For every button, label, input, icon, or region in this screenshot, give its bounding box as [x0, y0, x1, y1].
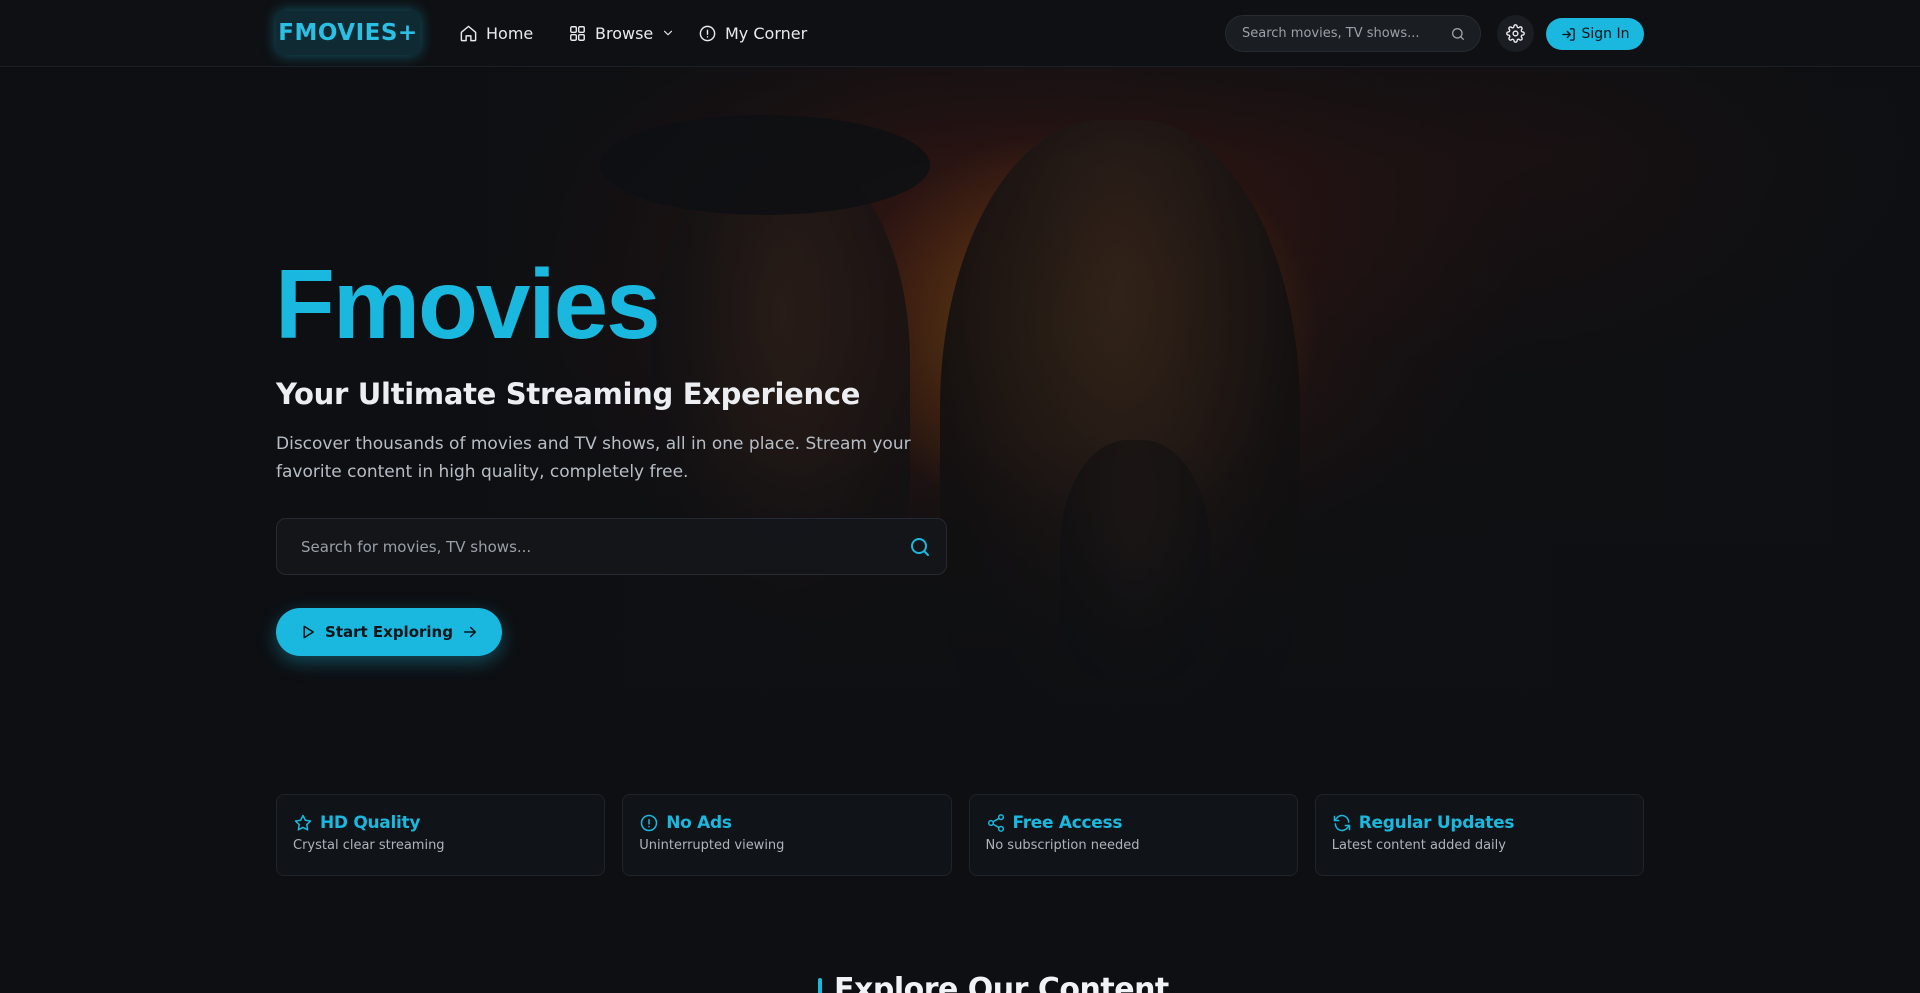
login-icon — [1561, 27, 1575, 41]
info-icon — [699, 25, 716, 41]
nav-browse-link[interactable]: Browse — [568, 20, 675, 46]
start-exploring-button[interactable]: Start Exploring — [276, 608, 502, 656]
settings-button[interactable] — [1497, 15, 1534, 52]
feature-subtitle: Uninterrupted viewing — [639, 838, 785, 853]
feature-subtitle: Latest content added daily — [1331, 838, 1506, 853]
play-icon — [303, 625, 315, 639]
site-logo[interactable]: FMOVIES+ — [276, 11, 420, 55]
feature-title: No Ads — [666, 813, 732, 833]
gear-icon — [1506, 24, 1525, 43]
star-icon — [294, 814, 312, 831]
search-icon[interactable] — [1450, 26, 1466, 42]
heading-accent-bar — [818, 978, 822, 993]
grid-icon — [570, 25, 585, 41]
feature-card-hd-quality: HD Quality Crystal clear streaming — [276, 794, 606, 876]
feature-title: HD Quality — [320, 813, 421, 833]
info-circle-icon — [641, 814, 658, 832]
top-nav: FMOVIES+ Home Browse My Corner Sign In — [0, 0, 1920, 67]
hero-subtitle: Your Ultimate Streaming Experience — [276, 377, 861, 411]
start-exploring-label: Start Exploring — [325, 623, 453, 641]
feature-card-no-ads: No Ads Uninterrupted viewing — [622, 794, 952, 876]
refresh-icon — [1333, 814, 1350, 832]
nav-my-corner-label: My Corner — [725, 23, 808, 43]
feature-card-free-access: Free Access No subscription needed — [968, 794, 1298, 876]
feature-title: Free Access — [1012, 813, 1123, 833]
home-icon — [460, 25, 477, 41]
nav-home-label: Home — [486, 23, 534, 43]
nav-search-box — [1225, 15, 1481, 52]
section-title: Explore Our Content — [834, 972, 1169, 993]
nav-my-corner-link[interactable]: My Corner — [698, 20, 807, 46]
nav-home-link[interactable]: Home — [459, 20, 533, 46]
hero-description: Discover thousands of movies and TV show… — [276, 434, 911, 482]
sign-in-button[interactable]: Sign In — [1546, 18, 1644, 50]
features-row: HD Quality Crystal clear streaming No Ad… — [276, 794, 1644, 876]
feature-subtitle: No subscription needed — [985, 838, 1140, 853]
hero-search-input[interactable] — [301, 537, 908, 556]
feature-card-regular-updates: Regular Updates Latest content added dai… — [1314, 794, 1644, 876]
nav-browse-label: Browse — [595, 23, 654, 43]
sign-in-label: Sign In — [1581, 26, 1630, 42]
search-icon[interactable] — [908, 535, 932, 559]
hero-title: Fmovies — [275, 249, 661, 359]
arrow-right-icon — [463, 626, 476, 638]
share-icon — [987, 814, 1004, 832]
feature-subtitle: Crystal clear streaming — [293, 838, 445, 853]
feature-title: Regular Updates — [1358, 813, 1515, 833]
explore-section-heading: Explore Our Content — [818, 972, 1169, 993]
hero-search-box — [276, 518, 947, 575]
nav-search-input[interactable] — [1242, 26, 1450, 41]
chevron-down-icon — [664, 30, 673, 36]
